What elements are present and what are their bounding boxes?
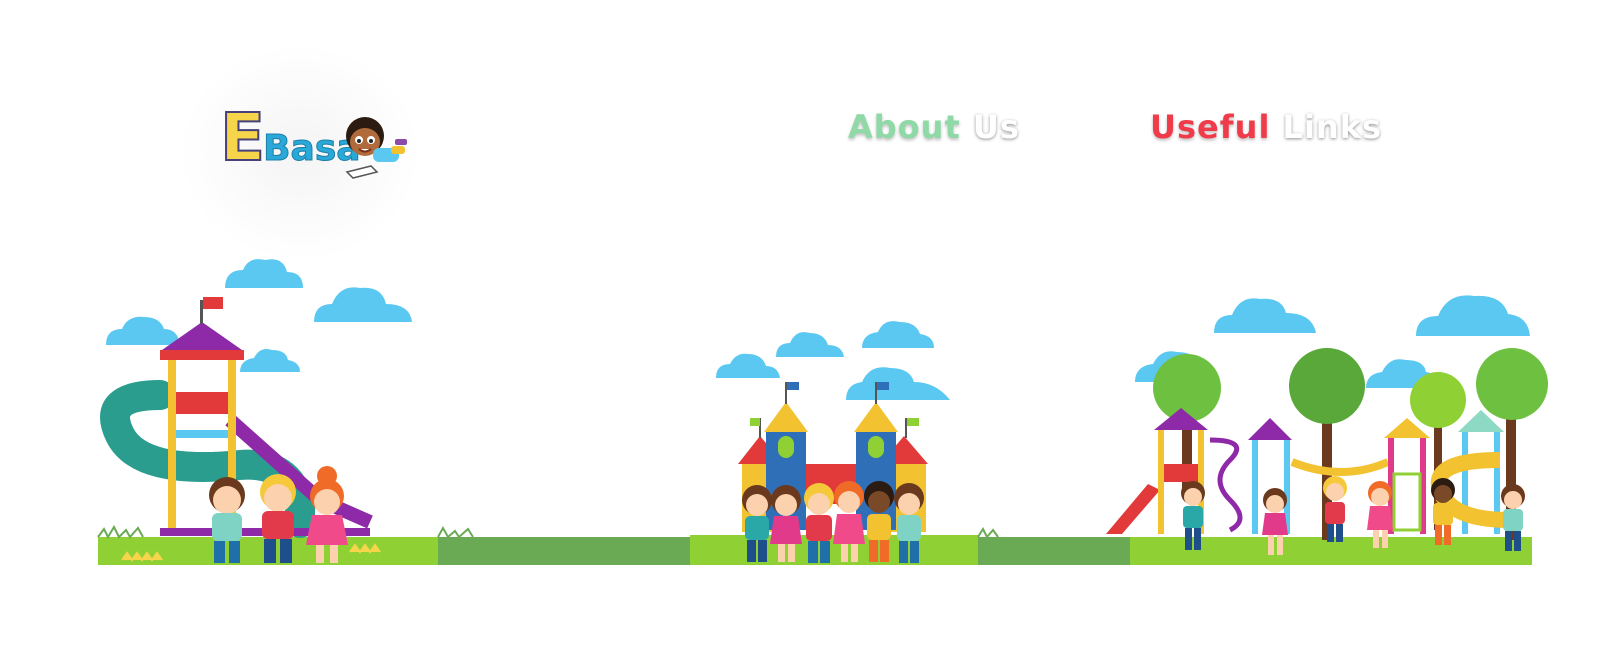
playground-illustration [97, 259, 1548, 565]
right-playground [1106, 348, 1548, 555]
